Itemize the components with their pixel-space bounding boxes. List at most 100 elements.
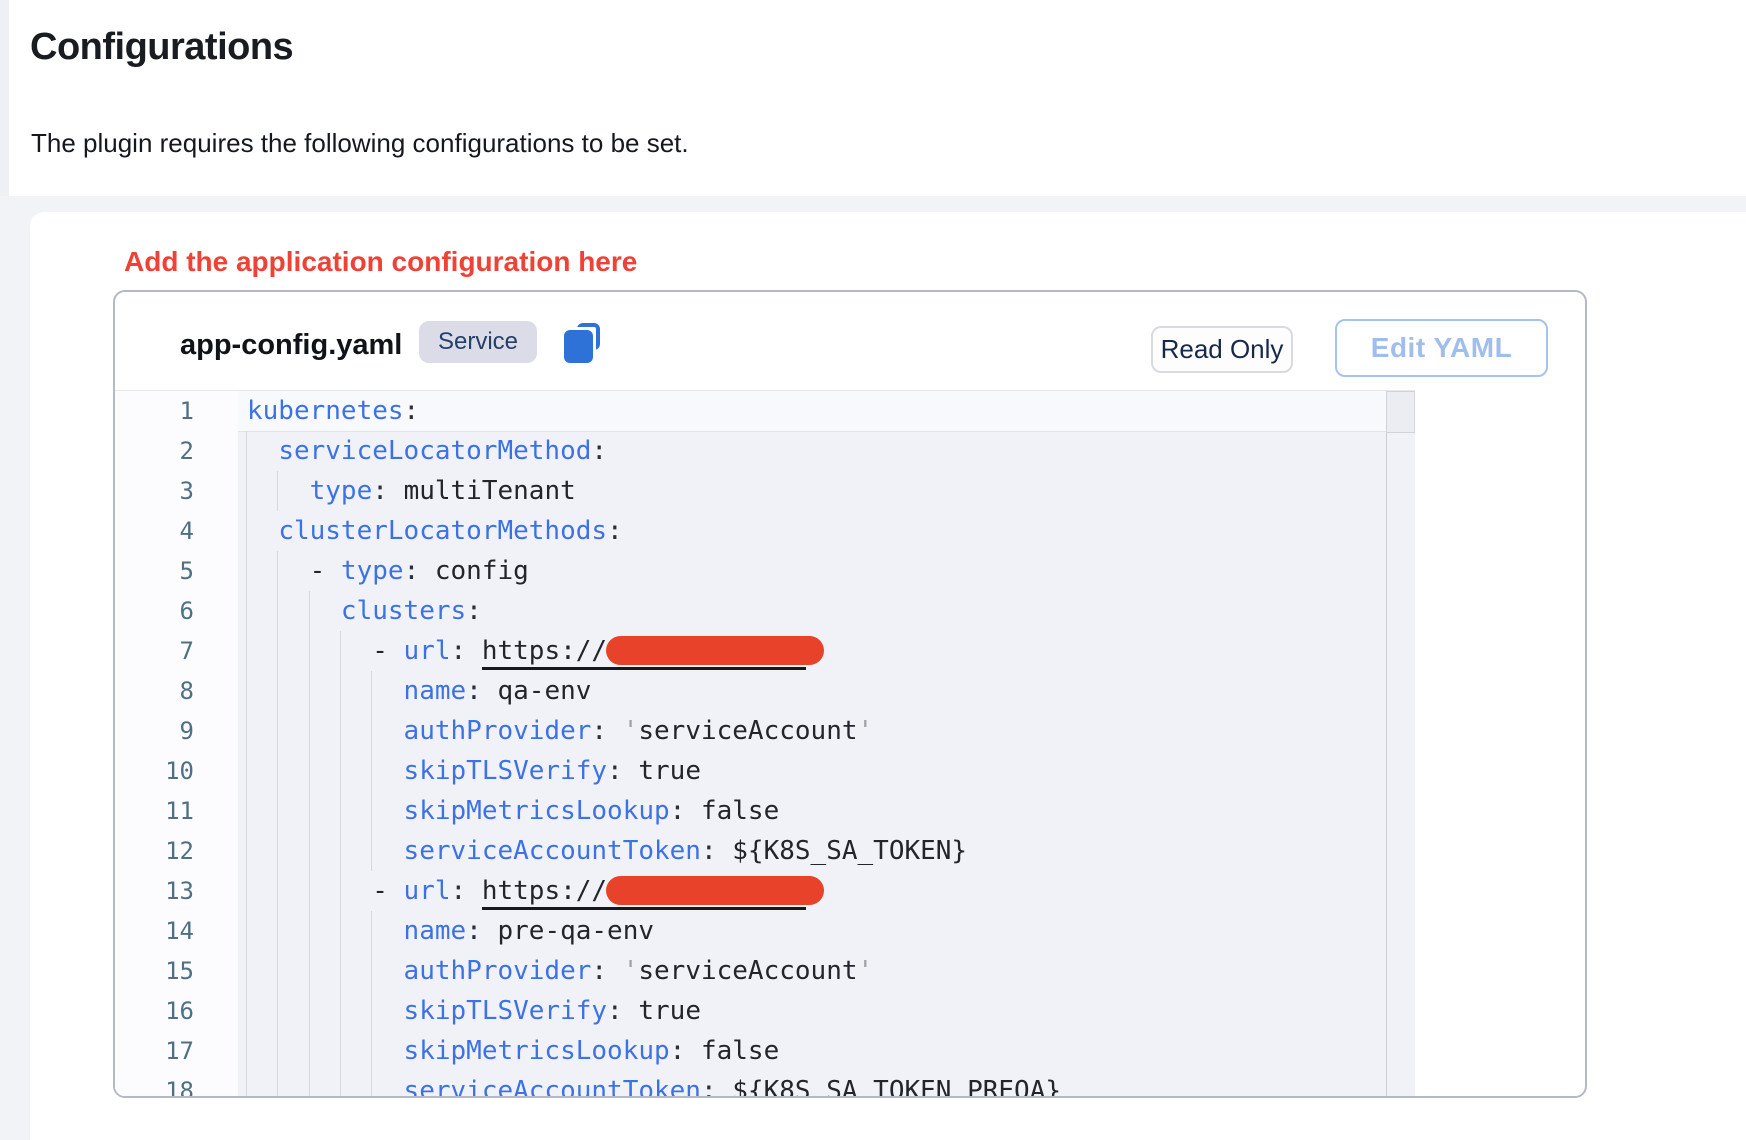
line-number-gutter: 123456789101112131415161718 (115, 391, 238, 1097)
token-d: - (310, 556, 341, 586)
token-key: skipTLSVerify (404, 756, 608, 786)
token-key: type (310, 476, 373, 506)
token-url: https:// (482, 876, 607, 906)
token-p: : (670, 1036, 701, 1066)
token-q: ' (623, 956, 639, 986)
code-line: - type: config (238, 551, 1415, 591)
scrollbar-thumb[interactable] (1386, 391, 1415, 433)
token-q: ' (858, 716, 874, 746)
redaction-pill (606, 636, 824, 665)
read-only-button[interactable]: Read Only (1151, 326, 1293, 373)
token-key: type (341, 556, 404, 586)
line-number: 13 (115, 871, 238, 911)
code-line: name: qa-env (238, 671, 1415, 711)
code-line: name: pre-qa-env (238, 911, 1415, 951)
token-p: : (404, 396, 420, 426)
edit-yaml-button[interactable]: Edit YAML (1335, 319, 1548, 377)
token-key: url (404, 876, 451, 906)
line-number: 12 (115, 831, 238, 871)
token-p: : (451, 636, 482, 666)
token-key: name (404, 916, 467, 946)
line-number: 4 (115, 511, 238, 551)
line-number: 17 (115, 1031, 238, 1071)
code-line: kubernetes: (238, 391, 1415, 431)
code-line: type: multiTenant (238, 471, 1415, 511)
code-line: clusterLocatorMethods: (238, 511, 1415, 551)
line-number: 14 (115, 911, 238, 951)
instruction-label: Add the application configuration here (124, 246, 637, 278)
token-p: : (591, 956, 622, 986)
token-v: serviceAccount (638, 956, 857, 986)
token-key: authProvider (404, 956, 592, 986)
token-d: - (372, 876, 403, 906)
code-line: serviceAccountToken: ${K8S_SA_TOKEN_PREQ… (238, 1071, 1415, 1098)
code-editor[interactable]: 123456789101112131415161718 kubernetes: … (115, 390, 1415, 1097)
code-line: - url: https:// (238, 871, 1415, 911)
token-key: name (404, 676, 467, 706)
page-title: Configurations (30, 26, 293, 69)
code-line: skipMetricsLookup: false (238, 791, 1415, 831)
code-line: - url: https:// (238, 631, 1415, 671)
token-v: pre-qa-env (497, 916, 654, 946)
code-line: skipTLSVerify: true (238, 751, 1415, 791)
token-key: kubernetes (247, 396, 404, 426)
token-v: false (701, 1036, 779, 1066)
token-key: serviceAccountToken (404, 1076, 701, 1098)
token-p: : (404, 556, 435, 586)
token-key: skipMetricsLookup (404, 796, 670, 826)
token-key: skipMetricsLookup (404, 1036, 670, 1066)
code-line: skipMetricsLookup: false (238, 1031, 1415, 1071)
code-content: kubernetes: serviceLocatorMethod: type: … (238, 391, 1415, 1097)
service-badge: Service (419, 321, 537, 363)
line-number: 6 (115, 591, 238, 631)
token-v: ${K8S_SA_TOKEN} (732, 836, 967, 866)
copy-icon[interactable] (564, 323, 604, 365)
token-p: : (591, 716, 622, 746)
token-q: ' (858, 956, 874, 986)
token-key: authProvider (404, 716, 592, 746)
line-number: 10 (115, 751, 238, 791)
token-q: ' (623, 716, 639, 746)
line-number: 8 (115, 671, 238, 711)
line-number: 11 (115, 791, 238, 831)
token-v: false (701, 796, 779, 826)
code-line: authProvider: 'serviceAccount' (238, 951, 1415, 991)
token-v: qa-env (497, 676, 591, 706)
token-p: : (701, 1076, 732, 1098)
configuration-card: Add the application configuration here a… (30, 212, 1746, 1140)
token-p: : (670, 796, 701, 826)
token-d: - (372, 636, 403, 666)
token-p: : (466, 596, 482, 626)
token-v: serviceAccount (638, 716, 857, 746)
token-p: : (451, 876, 482, 906)
token-v: true (638, 756, 701, 786)
page-subtitle: The plugin requires the following config… (31, 128, 689, 159)
line-number: 7 (115, 631, 238, 671)
scrollbar-track-divider (1386, 391, 1387, 1097)
token-key: clusters (341, 596, 466, 626)
code-line: skipTLSVerify: true (238, 991, 1415, 1031)
token-p: : (372, 476, 403, 506)
token-p: : (607, 756, 638, 786)
token-key: serviceAccountToken (404, 836, 701, 866)
token-v: ${K8S_SA_TOKEN_PREQA} (732, 1076, 1061, 1098)
token-p: : (701, 836, 732, 866)
token-v: multiTenant (404, 476, 576, 506)
code-line: authProvider: 'serviceAccount' (238, 711, 1415, 751)
code-line: clusters: (238, 591, 1415, 631)
line-number: 3 (115, 471, 238, 511)
token-url: https:// (482, 636, 607, 666)
token-key: url (404, 636, 451, 666)
token-p: : (607, 996, 638, 1026)
token-p: : (591, 436, 607, 466)
line-number: 5 (115, 551, 238, 591)
token-key: clusterLocatorMethods (278, 516, 607, 546)
line-number: 1 (115, 391, 238, 431)
token-key: skipTLSVerify (404, 996, 608, 1026)
token-p: : (466, 676, 497, 706)
token-p: : (466, 916, 497, 946)
token-p: : (607, 516, 623, 546)
line-number: 2 (115, 431, 238, 471)
code-line: serviceLocatorMethod: (238, 431, 1415, 471)
token-v: config (435, 556, 529, 586)
